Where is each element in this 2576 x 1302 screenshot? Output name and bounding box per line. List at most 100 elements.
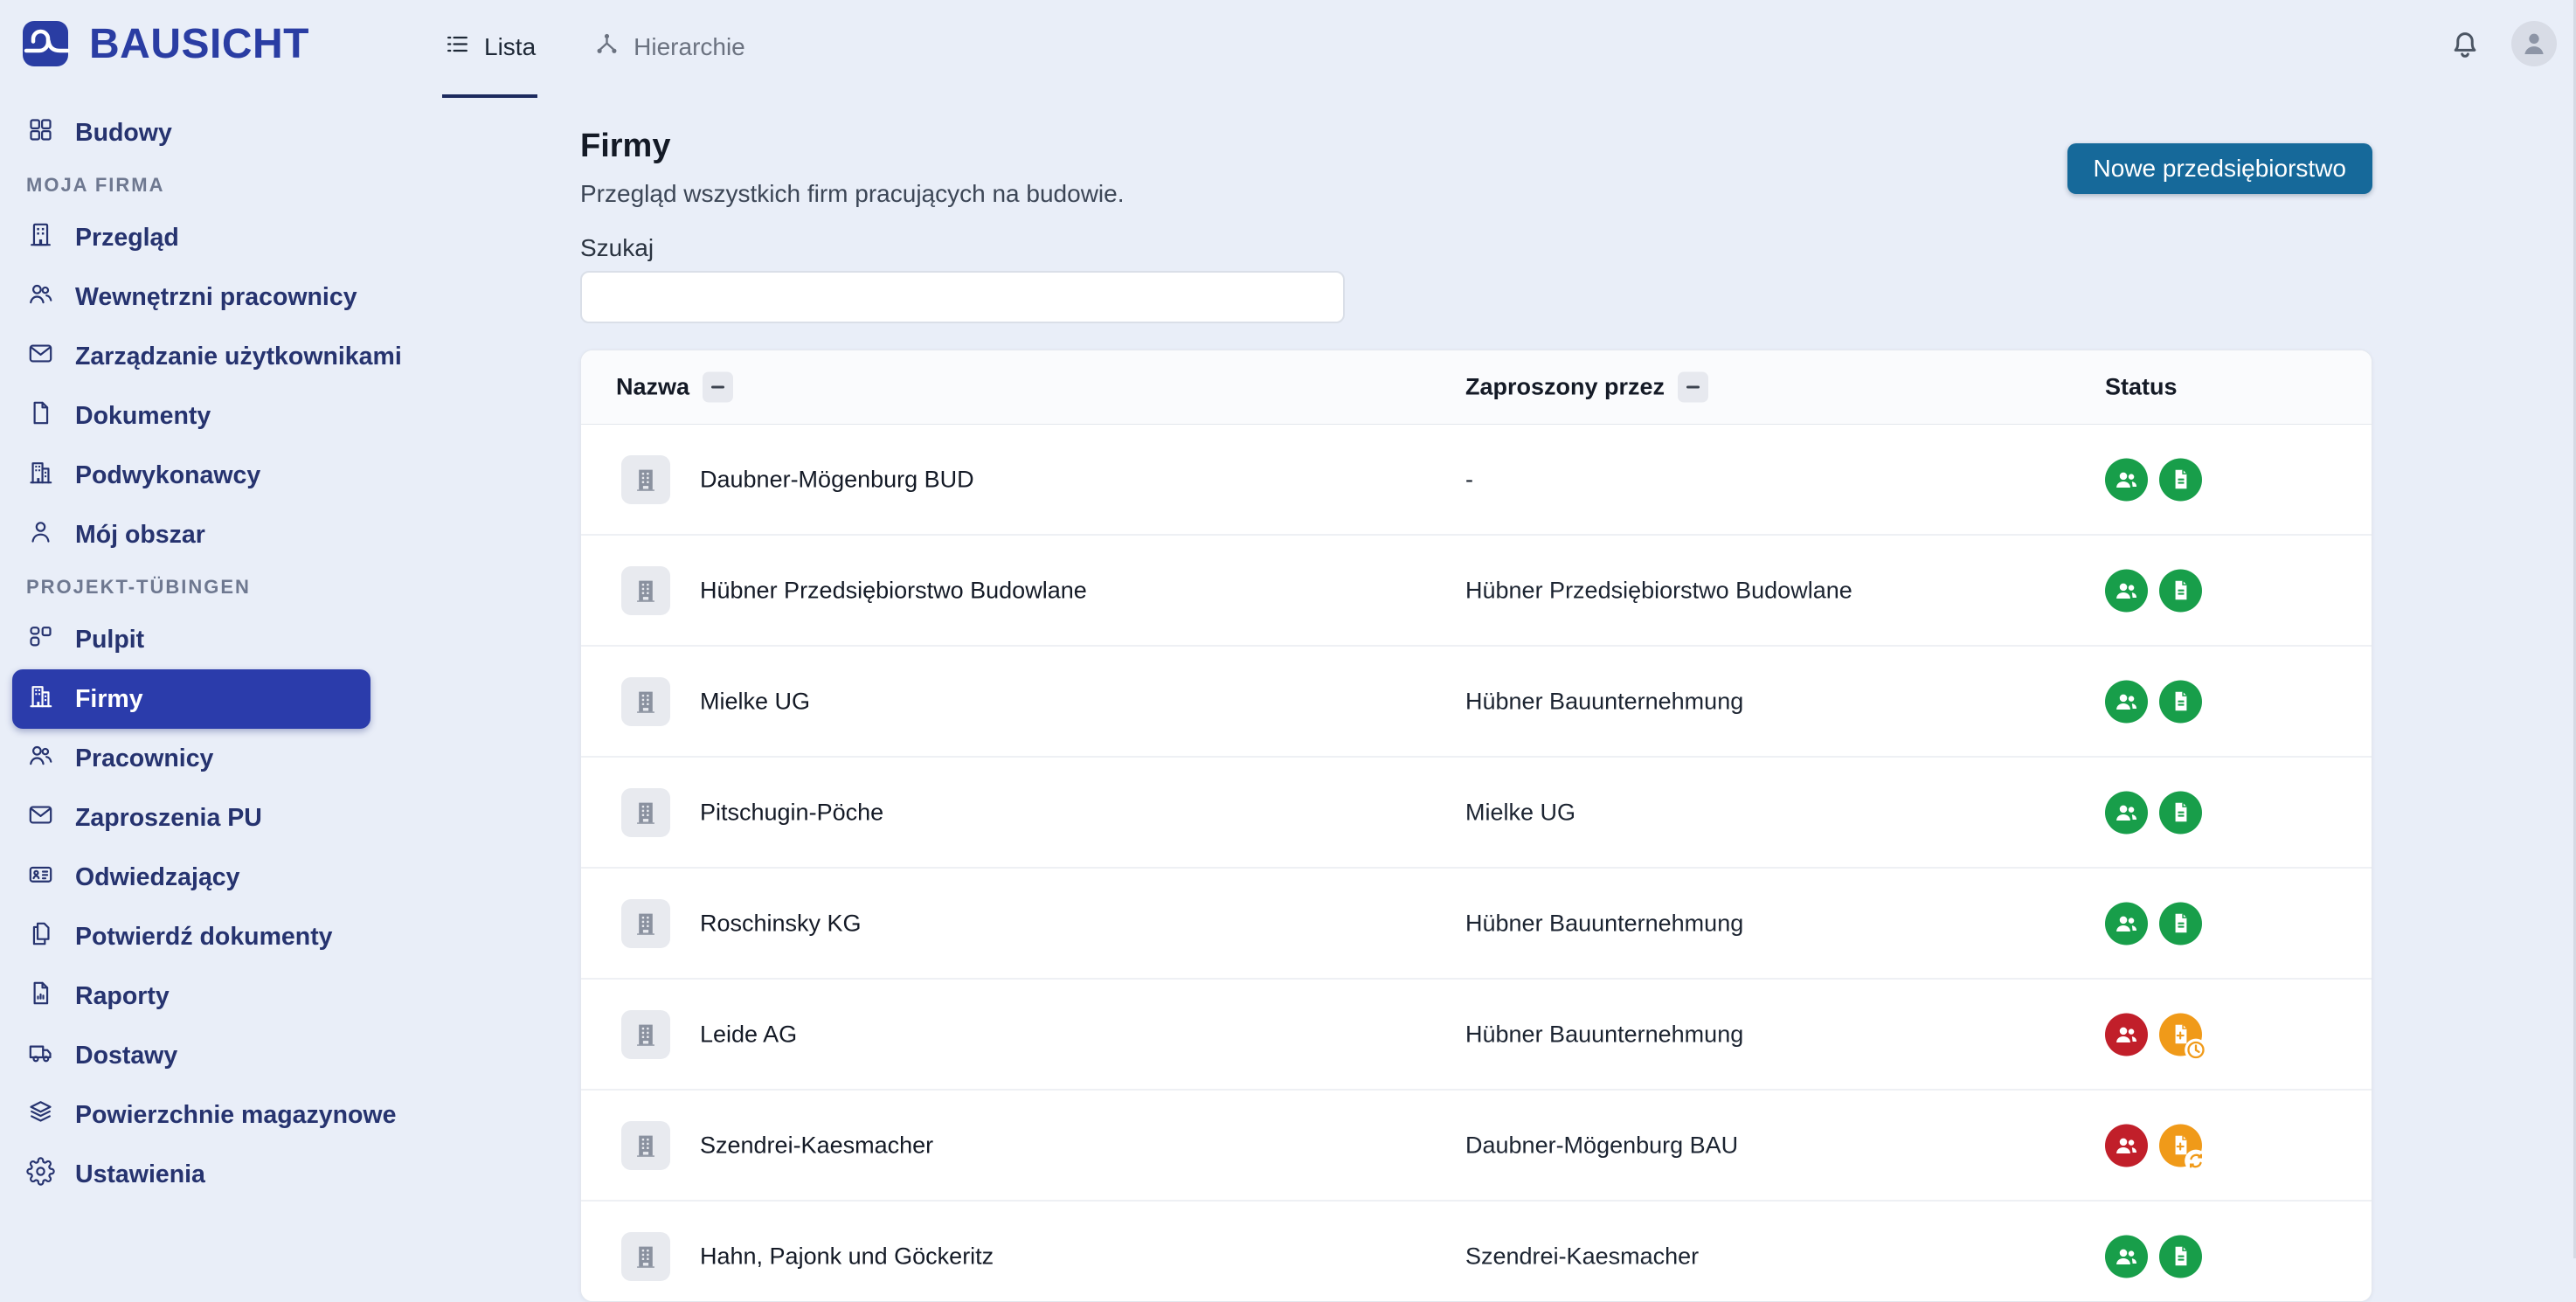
sidebar-item-budowy[interactable]: Budowy [0,103,358,163]
sidebar-item-moj-obszar[interactable]: Mój obszar [0,505,358,564]
hierarchy-icon [593,31,620,64]
table-row[interactable]: Hübner Przedsiębiorstwo Budowlane Hübner… [581,534,2372,645]
table-row[interactable]: Roschinsky KG Hübner Bauunternehmung [581,867,2372,978]
top-actions [2447,0,2557,87]
search-input[interactable] [580,271,1345,323]
company-name: Roschinsky KG [700,910,862,936]
invited-by: Hübner Bauunternehmung [1465,1021,1744,1047]
sidebar-section-moja-firma: MOJA FIRMA [26,174,165,196]
company-name: Szendrei-Kaesmacher [700,1132,934,1158]
tab-lista[interactable]: Lista [442,0,538,98]
page-title: Firmy [580,128,671,164]
invited-by: Hübner Przedsiębiorstwo Budowlane [1465,577,1852,603]
new-company-button[interactable]: Nowe przedsiębiorstwo [2067,143,2372,194]
company-icon [621,454,670,504]
status-badges [2105,902,2202,945]
status-badges [2105,791,2202,834]
dashboard-icon [26,622,55,658]
sort-dash-icon [711,385,725,389]
table-row[interactable]: Leide AG Hübner Bauunternehmung [581,978,2372,1089]
people-status-ok-icon [2105,902,2148,945]
sidebar-item-label: Dostawy [75,1041,178,1070]
documents-status-ok-icon [2159,458,2202,501]
user-icon [26,517,55,553]
company-icon [621,676,670,726]
invited-by: Hübner Bauunternehmung [1465,688,1744,714]
sidebar-item-potwierdz-dokumenty[interactable]: Potwierdź dokumenty [0,907,358,966]
sidebar-item-zaproszenia-pu[interactable]: Zaproszenia PU [0,788,358,848]
sync-badge-icon [2184,1148,2208,1173]
sidebar-item-pulpit[interactable]: Pulpit [0,610,358,669]
sidebar-item-odwiedzajacy[interactable]: Odwiedzający [0,848,358,907]
users-icon [26,280,55,315]
table-row[interactable]: Mielke UG Hübner Bauunternehmung [581,645,2372,756]
sidebar-item-label: Powierzchnie magazynowe [75,1100,397,1129]
visitor-badge-icon [26,860,55,896]
company-name: Hahn, Pajonk und Göckeritz [700,1243,994,1269]
app-logo[interactable]: BAUSICHT [19,14,309,74]
table-row[interactable]: Daubner-Mögenburg BUD - [581,425,2372,534]
company-name: Mielke UG [700,688,811,714]
sidebar-item-firmy[interactable]: Firmy [12,669,370,729]
table-body: Daubner-Mögenburg BUD - Hübner Przedsięb… [581,425,2372,1301]
sidebar-item-label: Zaproszenia PU [75,803,262,832]
sidebar-item-label: Raporty [75,981,170,1010]
status-badges [2105,458,2202,501]
sidebar-item-podwykonawcy[interactable]: Podwykonawcy [0,446,358,505]
sidebar-item-zarzadzanie-uzytkownikami[interactable]: Zarządzanie użytkownikami [0,327,402,386]
notifications-bell-icon[interactable] [2447,25,2483,62]
user-avatar[interactable] [2511,21,2557,66]
sidebar-item-label: Budowy [75,118,172,147]
building-icon [26,220,55,256]
sidebar-item-label: Przegląd [75,223,179,252]
invited-by: Szendrei-Kaesmacher [1465,1243,1700,1269]
table-row[interactable]: Hahn, Pajonk und Göckeritz Szendrei-Kaes… [581,1200,2372,1301]
company-name: Hübner Przedsiębiorstwo Budowlane [700,577,1087,603]
sidebar-item-dostawy[interactable]: Dostawy [0,1026,358,1085]
sidebar: Budowy MOJA FIRMA Przegląd Wewnętrzni pr… [0,98,551,1258]
sidebar-item-label: Podwykonawcy [75,461,261,489]
tab-label: Lista [484,33,537,60]
invited-by: Daubner-Mögenburg BAU [1465,1132,1739,1158]
mail-icon [26,339,55,375]
status-badges [2105,569,2202,612]
people-status-ok-icon [2105,458,2148,501]
tab-hierarchie[interactable]: Hierarchie [592,0,747,98]
list-icon [444,31,471,64]
company-name: Daubner-Mögenburg BUD [700,466,974,492]
sort-button-nazwa[interactable] [703,371,734,403]
sidebar-item-pracownicy[interactable]: Pracownicy [0,729,358,788]
sidebar-item-raporty[interactable]: Raporty [0,966,358,1026]
column-header-nazwa: Nazwa [616,373,690,400]
sidebar-item-label: Firmy [75,684,143,713]
clock-badge-icon [2184,1037,2208,1062]
sidebar-item-ustawienia[interactable]: Ustawienia [0,1145,358,1204]
sidebar-item-label: Pracownicy [75,744,214,772]
sidebar-item-powierzchnie-magazynowe[interactable]: Powierzchnie magazynowe [0,1085,396,1145]
company-icon [621,1120,670,1170]
gear-icon [26,1156,55,1193]
table-row[interactable]: Pitschugin-Pöche Mielke UG [581,756,2372,867]
people-status-ok-icon [2105,680,2148,723]
people-status-error-icon [2105,1124,2148,1167]
table-row[interactable]: Szendrei-Kaesmacher Daubner-Mögenburg BA… [581,1089,2372,1200]
company-icon [621,898,670,948]
copy-documents-icon [26,919,55,955]
mail-icon [26,800,55,836]
sidebar-item-przeglad[interactable]: Przegląd [0,208,358,267]
sidebar-item-dokumenty[interactable]: Dokumenty [0,386,358,446]
sort-button-zaproszony-przez[interactable] [1678,371,1709,403]
sidebar-item-wewnetrzni-pracownicy[interactable]: Wewnętrzni pracownicy [0,267,358,327]
column-header-zaproszony-przez: Zaproszony przez [1465,373,1665,400]
status-badges [2105,1124,2207,1172]
status-badges [2105,1013,2207,1061]
column-header-status: Status [2105,373,2178,400]
company-icon [621,787,670,837]
report-icon [26,979,55,1015]
invited-by: - [1465,466,1473,492]
company-name: Leide AG [700,1021,798,1047]
documents-status-ok-icon [2159,1235,2202,1278]
status-badges [2105,680,2202,723]
tab-label: Hierarchie [634,33,745,60]
page-subtitle: Przegląd wszystkich firm pracujących na … [580,180,1125,207]
